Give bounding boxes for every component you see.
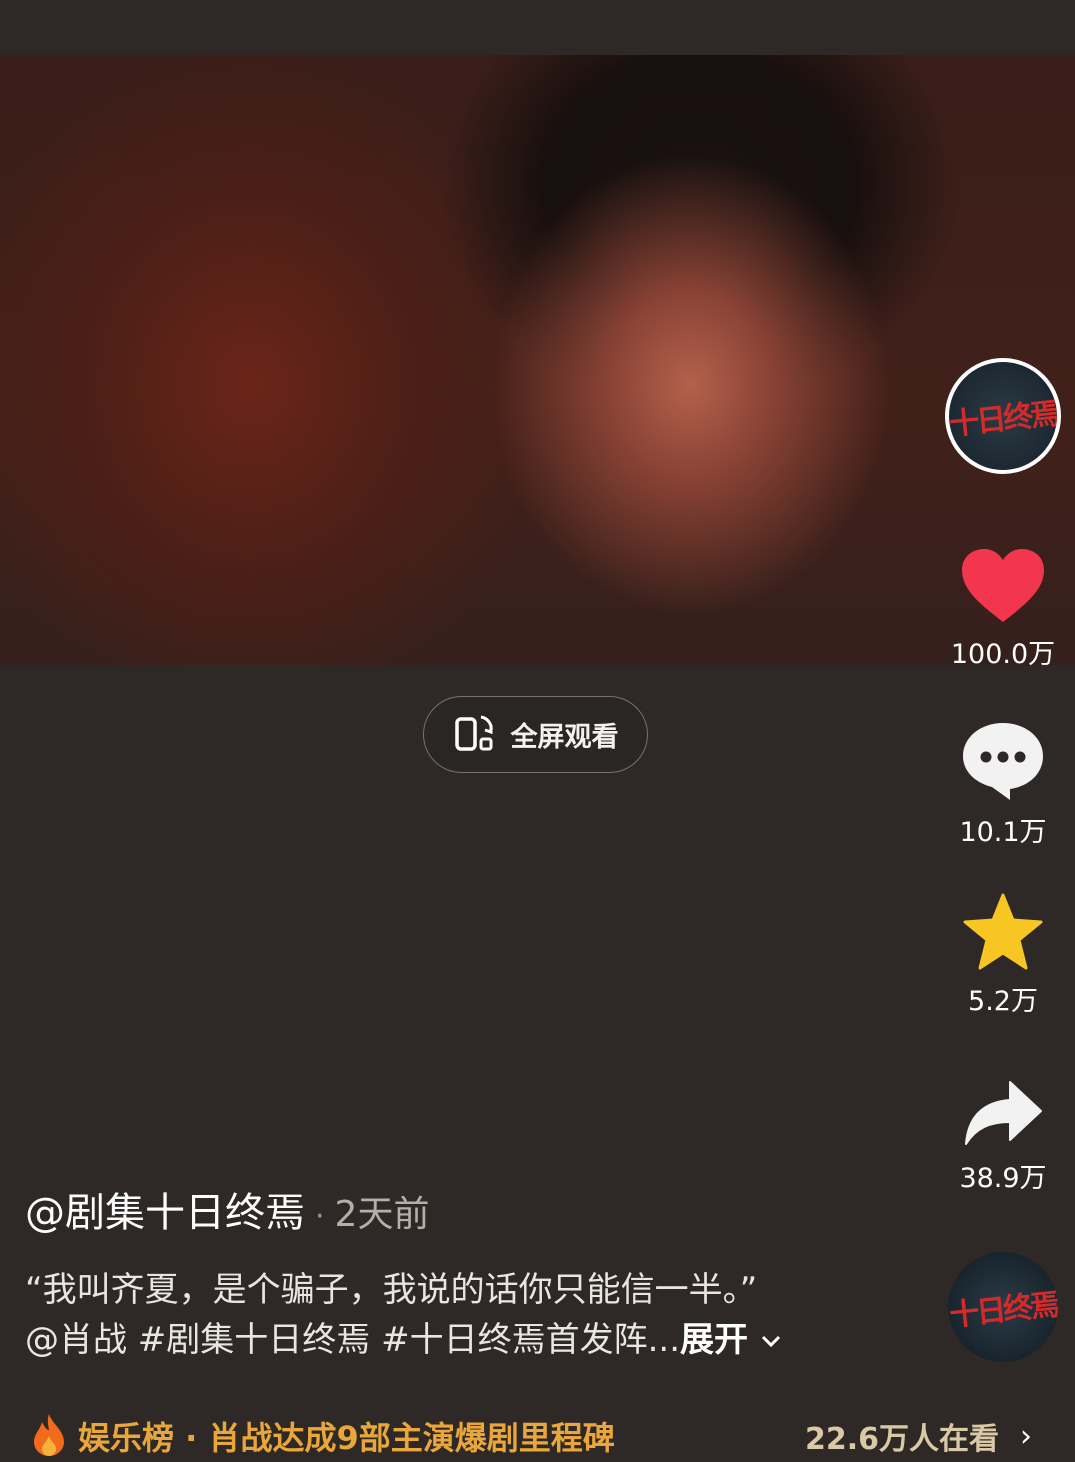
post-time: 2天前 [334,1194,430,1235]
video-player[interactable] [0,55,1075,665]
hot-list-bar[interactable]: 娱乐榜 · 肖战达成9部主演爆剧里程碑 22.6万人在看 › [0,1410,1075,1462]
author-avatar[interactable]: 十日终焉 [945,358,1061,474]
expand-link[interactable]: 展开 [680,1320,748,1360]
description-quote: “我叫齐夏，是个骗子，我说的话你只能信一半。” [25,1270,758,1310]
fullscreen-label: 全屏观看 [510,722,619,753]
music-disc-logo: 十日终焉 [948,1287,1058,1334]
description-tags-line: @肖战 #剧集十日终焉 #十日终焉首发阵...展开 [25,1315,905,1365]
separator-dot: · [315,1199,325,1234]
music-disc[interactable]: 十日终焉 [948,1252,1058,1362]
fullscreen-button[interactable]: 全屏观看 [423,696,648,773]
share-button[interactable]: 38.9万 [943,1078,1063,1195]
star-icon [962,893,1044,975]
avatar-logo: 十日终焉 [947,396,1059,443]
chevron-right-icon: › [1020,1418,1032,1454]
like-count: 100.0万 [950,639,1056,670]
favorite-button[interactable]: 5.2万 [943,893,1063,1018]
comment-bubble-icon [960,723,1046,806]
post-description: “我叫齐夏，是个骗子，我说的话你只能信一半。” @肖战 #剧集十日终焉 #十日终… [25,1265,905,1365]
description-tags[interactable]: @肖战 #剧集十日终焉 #十日终焉首发阵... [25,1320,680,1360]
author-line: @剧集十日终焉 · 2天前 [25,1180,429,1238]
comment-count: 10.1万 [959,817,1047,848]
rotate-screen-icon [453,711,497,759]
favorite-count: 5.2万 [968,986,1038,1017]
share-arrow-icon [962,1081,1044,1152]
fire-icon [30,1412,68,1460]
comment-button[interactable]: 10.1万 [943,720,1063,849]
hot-list-label: 娱乐榜 · 肖战达成9部主演爆剧里程碑 [78,1419,615,1457]
heart-icon [960,549,1046,628]
author-name[interactable]: @剧集十日终焉 [25,1190,305,1236]
viewers-count: 22.6万人在看 [805,1422,1000,1457]
like-button[interactable]: 100.0万 [943,548,1063,671]
chevron-down-icon[interactable] [759,1320,783,1360]
share-count: 38.9万 [959,1163,1047,1194]
